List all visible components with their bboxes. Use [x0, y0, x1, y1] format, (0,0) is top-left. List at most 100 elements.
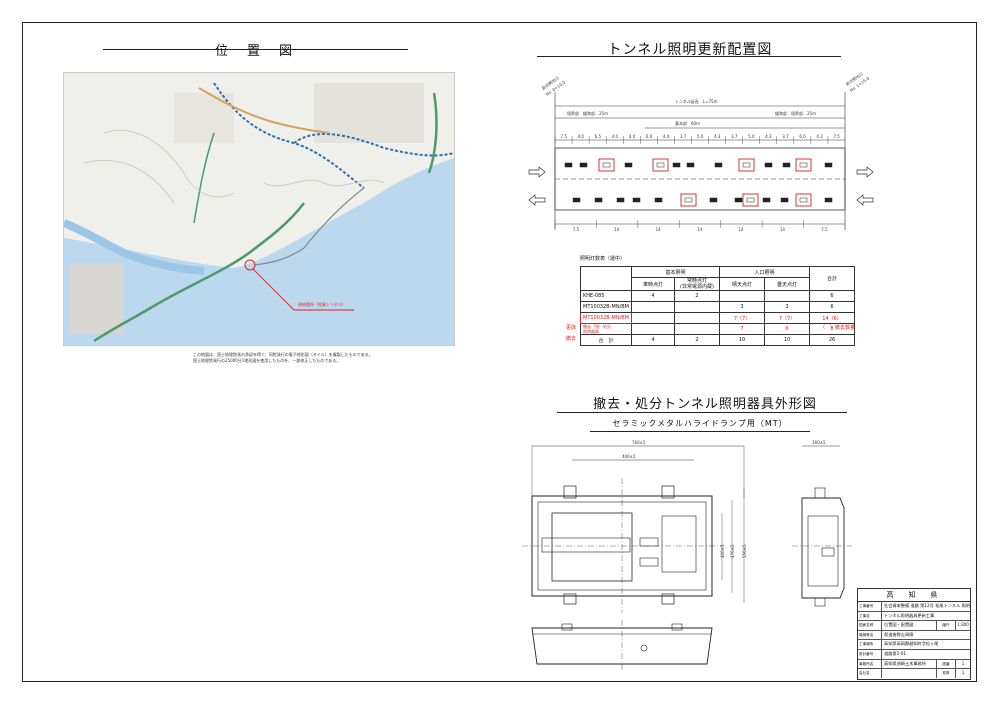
- spacing-top-label: 4.0: [612, 134, 619, 139]
- prefecture-name: 高 知 県: [858, 589, 970, 602]
- tb-label: 会社名: [858, 669, 882, 678]
- cell: 7: [719, 323, 765, 335]
- title-block-row: 設計番号 道路第2-01: [858, 649, 970, 660]
- cell: [764, 290, 810, 302]
- fixture-mark: [684, 197, 693, 203]
- cell: 6: [809, 290, 855, 302]
- map-note: この地図は、国土地理院長の承認を得て、同院発行の電子地形図（タイル）を複製したも…: [193, 352, 373, 363]
- spacing-bottom-label: 14: [656, 227, 662, 232]
- dim-h2: 470±5: [730, 544, 735, 558]
- spacing-bottom-label: 14: [614, 227, 620, 232]
- cell: 4: [631, 290, 675, 302]
- spacing-top-row: 7.5 4.0 6.5 4.0 4.0 6.0 4.0 3.7 5.0 4.3 3.7 5.0 4.3 3…: [554, 134, 840, 144]
- fixture-mark: [564, 162, 573, 168]
- dims-right-label: 緩和部 境界部 25m: [775, 110, 816, 116]
- dim-h3: 550±5: [742, 544, 747, 558]
- fixture-drawing-heading-rule: [557, 412, 847, 413]
- subcol-1: 車時点灯: [631, 277, 675, 291]
- fixture-count-table: 基本照明 入口照明 合計 車時点灯 常時点灯 (非常電源内蔵) 晴天点灯 曇天点…: [580, 266, 855, 346]
- subcol-2: 常時点灯 (非常電源内蔵): [674, 277, 720, 291]
- row-tag-new: 更改: [566, 325, 577, 331]
- cell: [674, 323, 720, 335]
- dim-side: 160±5: [812, 440, 826, 445]
- dims-top-label: 境界部 緩和部 25m: [567, 110, 608, 116]
- traffic-arrow-in-left: [528, 166, 546, 178]
- tb-num: 1:300: [955, 621, 970, 630]
- table-note-right: （ ）撤去数量: [820, 325, 856, 331]
- spacing-top-label: 7.5: [561, 134, 568, 139]
- cell: 2: [674, 334, 720, 346]
- spacing-top-label: 4.0: [629, 134, 636, 139]
- tb-num: 1: [955, 659, 970, 669]
- fixture-mark: [616, 197, 625, 203]
- fixture-mark: [746, 197, 755, 203]
- traffic-arrow-out-left: [528, 194, 546, 206]
- spacing-bottom-label: 14: [738, 227, 744, 232]
- tb-value: 道路第2-01: [884, 650, 907, 656]
- title-block-row: 路線等名 県道香野吉岡線: [858, 630, 970, 641]
- tb-label: 工事名: [858, 611, 882, 621]
- fixture-drawing-subheading-rule: [590, 431, 810, 432]
- spacing-top-label: 4.3: [714, 134, 721, 139]
- fixture-mark: [672, 162, 681, 168]
- spacing-top-label: 5.0: [697, 134, 704, 139]
- spacing-bottom-row: 7.5 14 14 14 14 14 7.5: [554, 220, 828, 232]
- spacing-top-label: 5.0: [748, 134, 755, 139]
- tb-num: 1: [955, 669, 970, 678]
- fixture-mark: [742, 162, 751, 168]
- fixture-mark: [594, 197, 603, 203]
- subcol-4: 曇天点灯: [764, 277, 810, 291]
- tb-value: 県道香野吉岡線: [884, 631, 914, 637]
- spacing-top-label: 3.7: [782, 134, 789, 139]
- fixture-mark: [762, 197, 771, 203]
- tb-label: 路線等名: [858, 630, 882, 640]
- cell: [719, 290, 765, 302]
- tb-label: 工事場所: [858, 640, 882, 649]
- spacing-top-label: 4.0: [578, 134, 585, 139]
- tb-label: 図面名称: [858, 621, 882, 630]
- fixture-table-caption: 照明灯数表（運中）: [580, 256, 626, 262]
- dims-mid-label: 基本部 60m: [675, 120, 700, 126]
- fixture-mark: [799, 162, 808, 168]
- fixture-mark: [572, 197, 581, 203]
- cell: 10: [764, 334, 810, 346]
- cell: 6: [809, 301, 855, 313]
- cell: 7（7）: [719, 312, 765, 324]
- fixture-drawing-subheading: セラミックメタルハライドランプ用（MT）: [612, 419, 788, 428]
- cell: 7（7）: [764, 312, 810, 324]
- spacing-top-label: 6.5: [595, 134, 602, 139]
- table-row: 合 計 4 2 10 10 26: [580, 334, 855, 346]
- spacing-top-label: 3.7: [731, 134, 738, 139]
- cell: 26: [809, 334, 855, 346]
- row-name: MT10032B-MN/BM: [580, 312, 632, 324]
- spacing-bottom-label: 14: [780, 227, 786, 232]
- spacing-top-label: 4.3: [765, 134, 772, 139]
- table-row: KHE-085 4 2 6: [580, 290, 855, 302]
- tunnel-length-label: トンネル延長 L=75m: [675, 98, 718, 104]
- group-basic-header: 基本照明: [631, 266, 720, 278]
- spacing-top-label: 6.0: [799, 134, 806, 139]
- spacing-top-label: 3.7: [680, 134, 687, 139]
- fixture-mark: [714, 162, 723, 168]
- tb-value: 高知県高岡郡越知町字松ヶ尾: [884, 641, 939, 647]
- row-name: 合 計: [580, 334, 632, 346]
- fixture-mark: [734, 197, 743, 203]
- title-block-row: 図面名称 位置図・配置図 縮尺 1:300: [858, 621, 970, 631]
- location-map: 改修箇所（松尾トンネル）: [63, 72, 455, 346]
- cell: 6: [764, 323, 810, 335]
- cell: 4: [631, 334, 675, 346]
- fixture-mark: [686, 162, 695, 168]
- tb-value: [882, 669, 936, 678]
- cell: [631, 323, 675, 335]
- fixture-mark: [824, 162, 833, 168]
- traffic-arrow-in-right: [856, 166, 874, 178]
- tb-value: トンネル照明器具更新工事: [884, 612, 935, 618]
- title-block-row: 工事名 トンネル照明器具更新工事: [858, 611, 970, 622]
- dim-h1: 400±5: [720, 544, 725, 558]
- map-note-line-1: この地図は、国土地理院長の承認を得て、同院発行の電子地形図（タイル）を複製したも…: [193, 352, 373, 357]
- location-map-heading-rule: [103, 49, 408, 50]
- spacing-top-label: 6.0: [646, 134, 653, 139]
- table-row: MT10032B-MN/BM 7（7） 7（7） 14（6）: [580, 312, 855, 324]
- tunnel-layout-diagram: 起点側坑口 No. 0+10.0 終点側坑口 No. 1+15.0 トンネル延長…: [528, 70, 874, 232]
- tb-label: 事務所名: [858, 659, 882, 669]
